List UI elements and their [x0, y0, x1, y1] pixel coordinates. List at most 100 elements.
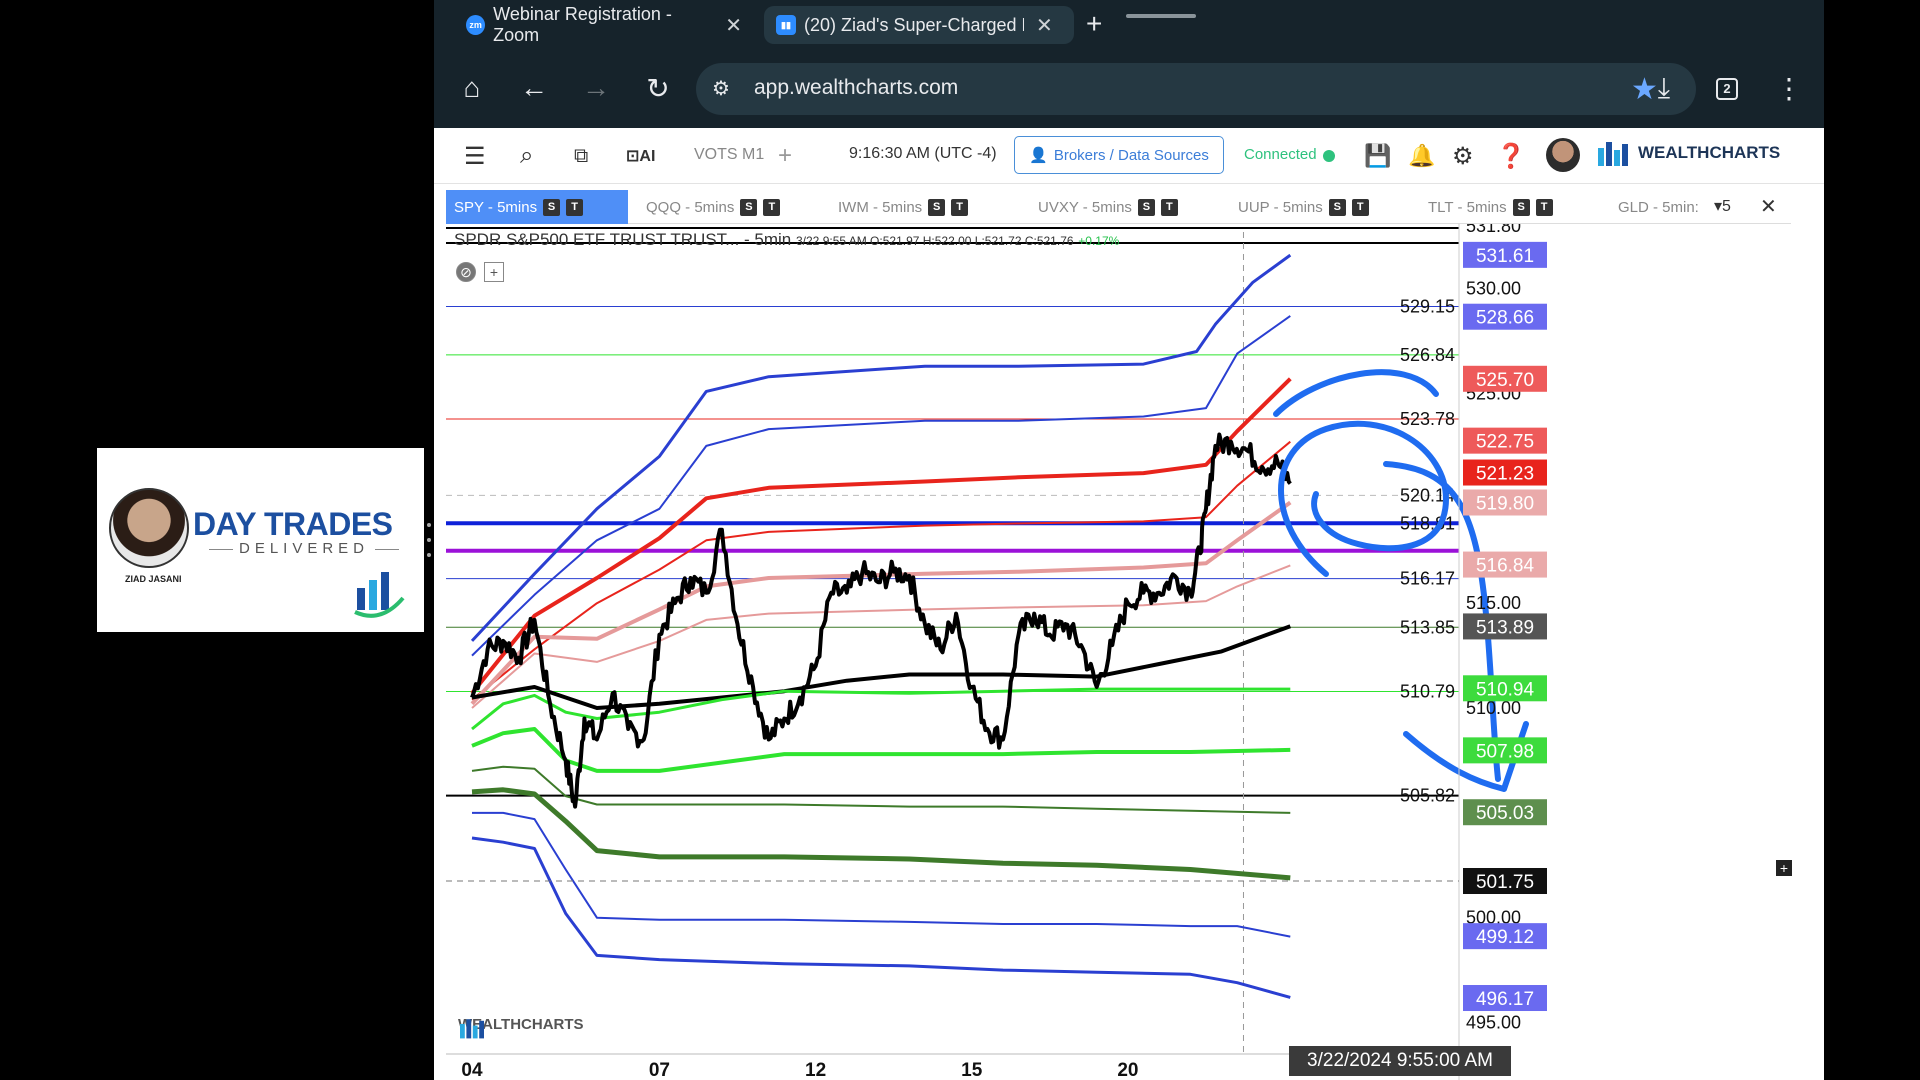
help-icon[interactable]: ❓	[1496, 142, 1526, 171]
wealthcharts-logo: WEALTHCHARTS	[1596, 138, 1780, 168]
symbol-tab-label: QQQ - 5mins	[646, 198, 735, 216]
price-tag-label: 513.89	[1476, 617, 1534, 638]
t-badge[interactable]: T	[763, 198, 781, 216]
y-tick-label: 495.00	[1466, 1013, 1521, 1033]
browser-window: zm Webinar Registration - Zoom ✕ ▮▮ (20)…	[434, 0, 1824, 1080]
price-tag-label: 496.17	[1476, 989, 1534, 1010]
s-badge[interactable]: S	[1328, 198, 1346, 216]
y-tick-label: 530.00	[1466, 279, 1521, 299]
s-badge[interactable]: S	[740, 198, 758, 216]
add-icon[interactable]: +	[778, 142, 792, 170]
status-dot-icon	[1323, 150, 1335, 162]
more-tabs-dropdown[interactable]: ▾5	[1714, 196, 1731, 216]
vots-label[interactable]: VOTS M1	[694, 146, 764, 164]
close-icon[interactable]: ✕	[1760, 194, 1777, 219]
split-handle-grip-icon[interactable]	[427, 523, 431, 557]
layouts-icon[interactable]: ⧉	[574, 145, 588, 168]
s-badge[interactable]: S	[1137, 198, 1155, 216]
tab-title: Webinar Registration - Zoom	[493, 4, 672, 45]
price-chart[interactable]: 529.15 526.84 523.78 520.14 518.81 516.17 513.…	[446, 224, 1792, 1080]
t-badge[interactable]: T	[951, 198, 969, 216]
chart-background	[446, 224, 1791, 1080]
tab-strip-handle[interactable]	[1126, 14, 1196, 18]
symbol-description: SPDR S&P500 ETF TRUST TRUST... - 5min	[454, 230, 792, 249]
s-badge[interactable]: S	[1512, 198, 1530, 216]
wealthcharts-logo-icon	[1598, 142, 1628, 166]
price-tag-label: 531.61	[1476, 246, 1534, 267]
close-tab-icon[interactable]: ✕	[725, 13, 742, 38]
price-tag-label: 499.12	[1476, 927, 1534, 948]
t-badge[interactable]: T	[1535, 198, 1553, 216]
browser-tab-wealthcharts[interactable]: ▮▮ (20) Ziad's Super-Charged La ✕	[764, 6, 1074, 44]
site-settings-icon[interactable]: ⚙	[712, 76, 730, 101]
price-tag-label: 528.66	[1476, 308, 1534, 329]
tab-uvxy[interactable]: UVXY - 5mins S T	[1030, 190, 1190, 224]
level-label: 510.79	[1400, 681, 1455, 701]
price-tag-label: 505.03	[1476, 803, 1534, 824]
presenter-photo	[109, 488, 189, 568]
clock: 9:16:30 AM (UTC -4)	[849, 145, 997, 162]
price-tag-label: 510.94	[1476, 679, 1535, 700]
browser-tab-zoom[interactable]: zm Webinar Registration - Zoom ✕	[454, 4, 754, 45]
tab-gld[interactable]: GLD - 5min:	[1610, 190, 1710, 224]
more-menu-icon[interactable]: ⋮	[1769, 68, 1809, 108]
add-alert-icon[interactable]: +	[1776, 860, 1792, 876]
reload-icon[interactable]: ↻	[638, 68, 678, 108]
avatar[interactable]	[1546, 138, 1580, 172]
tab-uup[interactable]: UUP - 5mins S T	[1230, 190, 1380, 224]
symbol-tab-label: UVXY - 5mins	[1038, 198, 1132, 216]
price-tag-label: 516.84	[1476, 556, 1535, 577]
day-trades-delivered-card: DAY TRADES DELIVERED ZIAD JASANI	[97, 448, 424, 632]
url-text[interactable]: app.wealthcharts.com	[754, 76, 958, 100]
watermark-logo-icon	[460, 1019, 484, 1039]
brokers-label: Brokers / Data Sources	[1053, 146, 1209, 164]
menu-icon[interactable]: ☰	[464, 142, 486, 171]
download-icon[interactable]: ⤓	[1644, 68, 1684, 108]
y-tick-label: 515.00	[1466, 593, 1521, 613]
s-badge[interactable]: S	[928, 198, 946, 216]
tab-tlt[interactable]: TLT - 5mins S T	[1420, 190, 1570, 224]
tab-qqq[interactable]: QQQ - 5mins S T	[638, 190, 788, 224]
x-tick-label: 12	[805, 1060, 826, 1080]
forward-icon[interactable]: →	[576, 68, 616, 108]
save-icon[interactable]: 💾	[1364, 143, 1391, 169]
wealthcharts-header: ☰ ⌕ ⧉ ⊡AI VOTS M1 + 9:16:30 AM (UTC -4) …	[434, 128, 1824, 184]
level-label: 505.82	[1400, 786, 1455, 806]
gear-icon[interactable]: ⚙	[1452, 142, 1474, 171]
brokers-data-sources-button[interactable]: 👤 Brokers / Data Sources	[1014, 136, 1224, 174]
search-icon[interactable]: ⌕	[520, 142, 533, 170]
close-tab-icon[interactable]: ✕	[1036, 13, 1053, 38]
wealthcharts-watermark: WEALTHCHARTS	[458, 1016, 584, 1039]
t-badge[interactable]: T	[1160, 198, 1178, 216]
dtd-title: DAY TRADES	[193, 506, 393, 542]
level-label: 513.85	[1400, 617, 1455, 637]
ai-icon[interactable]: ⊡AI	[626, 146, 655, 166]
symbol-tab-label: UUP - 5mins	[1238, 198, 1323, 216]
t-badge[interactable]: T	[1351, 198, 1369, 216]
symbol-tab-label: TLT - 5mins	[1428, 198, 1507, 216]
symbol-tab-label: IWM - 5mins	[838, 198, 923, 216]
add-indicator-icon[interactable]: +	[484, 262, 504, 282]
back-icon[interactable]: ←	[514, 68, 554, 108]
s-badge[interactable]: S	[543, 198, 561, 216]
t-badge[interactable]: T	[566, 198, 584, 216]
hide-indicators-icon[interactable]: ⊘	[456, 262, 476, 282]
tab-iwm[interactable]: IWM - 5mins S T	[830, 190, 980, 224]
new-tab-button[interactable]: +	[1086, 8, 1102, 40]
address-bar[interactable]: ⚙ app.wealthcharts.com ★	[696, 63, 1696, 115]
tab-spy[interactable]: SPY - 5mins S T	[446, 190, 628, 224]
chart-canvas[interactable]: 529.15526.84523.78520.14518.81516.17513.…	[446, 224, 1791, 1080]
wealthcharts-icon: ▮▮	[776, 15, 796, 35]
zoom-icon: zm	[466, 15, 486, 35]
chart-legend: SPDR S&P500 ETF TRUST TRUST... - 5min 3/…	[454, 230, 1119, 250]
more-tabs-count: 5	[1722, 198, 1731, 215]
home-icon[interactable]: ⌂	[452, 68, 492, 108]
x-tick-label: 04	[461, 1060, 483, 1080]
symbol-tab-label: SPY - 5mins	[454, 198, 538, 216]
level-label: 516.17	[1400, 569, 1455, 589]
dtd-presenter-name: ZIAD JASANI	[125, 574, 182, 584]
price-tag-label: 519.80	[1476, 494, 1534, 515]
level-label: 523.78	[1400, 409, 1455, 429]
tab-switcher-button[interactable]: 2	[1716, 78, 1738, 100]
bell-icon[interactable]: 🔔	[1408, 143, 1435, 169]
